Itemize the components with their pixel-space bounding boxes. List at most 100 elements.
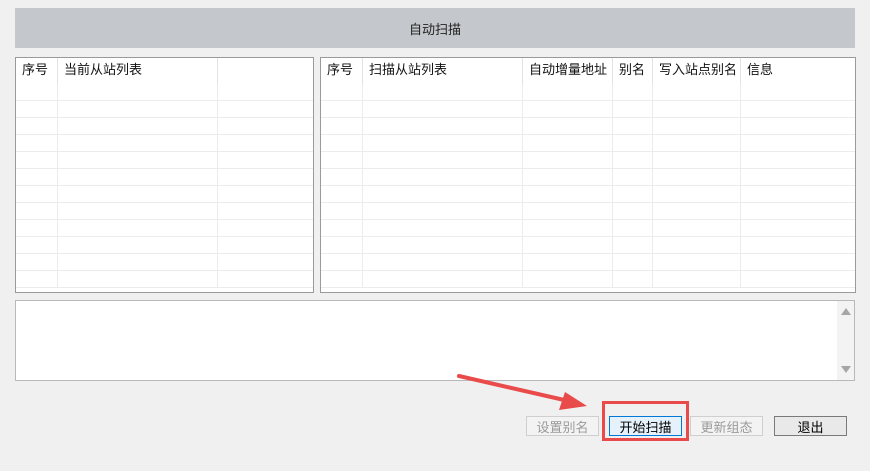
table-cell[interactable] bbox=[16, 271, 58, 288]
table-cell[interactable] bbox=[321, 84, 363, 101]
table-cell[interactable] bbox=[613, 152, 653, 169]
table-cell[interactable] bbox=[653, 135, 741, 152]
table-cell[interactable] bbox=[218, 186, 313, 203]
table-cell[interactable] bbox=[653, 101, 741, 118]
table-cell[interactable] bbox=[653, 169, 741, 186]
table-cell[interactable] bbox=[58, 152, 218, 169]
column-header-index[interactable]: 序号 bbox=[321, 58, 363, 84]
table-cell[interactable] bbox=[16, 118, 58, 135]
table-cell[interactable] bbox=[523, 101, 613, 118]
table-cell[interactable] bbox=[613, 101, 653, 118]
table-cell[interactable] bbox=[613, 271, 653, 288]
table-cell[interactable] bbox=[613, 84, 653, 101]
table-cell[interactable] bbox=[653, 152, 741, 169]
table-cell[interactable] bbox=[741, 84, 855, 101]
table-cell[interactable] bbox=[613, 186, 653, 203]
table-cell[interactable] bbox=[741, 203, 855, 220]
table-cell[interactable] bbox=[523, 186, 613, 203]
table-cell[interactable] bbox=[218, 254, 313, 271]
table-cell[interactable] bbox=[363, 152, 523, 169]
table-cell[interactable] bbox=[363, 169, 523, 186]
table-cell[interactable] bbox=[58, 254, 218, 271]
table-row[interactable] bbox=[16, 118, 313, 135]
table-cell[interactable] bbox=[741, 271, 855, 288]
table-cell[interactable] bbox=[58, 203, 218, 220]
table-cell[interactable] bbox=[741, 135, 855, 152]
table-cell[interactable] bbox=[321, 203, 363, 220]
table-cell[interactable] bbox=[321, 271, 363, 288]
table-cell[interactable] bbox=[363, 135, 523, 152]
table-cell[interactable] bbox=[653, 186, 741, 203]
table-cell[interactable] bbox=[16, 152, 58, 169]
table-cell[interactable] bbox=[16, 254, 58, 271]
table-cell[interactable] bbox=[523, 271, 613, 288]
table-row[interactable] bbox=[16, 254, 313, 271]
table-cell[interactable] bbox=[523, 169, 613, 186]
table-cell[interactable] bbox=[58, 101, 218, 118]
table-cell[interactable] bbox=[363, 186, 523, 203]
table-cell[interactable] bbox=[58, 220, 218, 237]
table-cell[interactable] bbox=[218, 169, 313, 186]
table-row[interactable] bbox=[321, 220, 855, 237]
table-cell[interactable] bbox=[58, 84, 218, 101]
table-row[interactable] bbox=[321, 203, 855, 220]
table-row[interactable] bbox=[321, 169, 855, 186]
table-cell[interactable] bbox=[218, 101, 313, 118]
table-cell[interactable] bbox=[321, 254, 363, 271]
update-config-button[interactable]: 更新组态 bbox=[690, 416, 763, 436]
table-cell[interactable] bbox=[363, 84, 523, 101]
table-cell[interactable] bbox=[653, 118, 741, 135]
table-row[interactable] bbox=[321, 118, 855, 135]
table-row[interactable] bbox=[16, 84, 313, 101]
table-cell[interactable] bbox=[613, 237, 653, 254]
table-row[interactable] bbox=[16, 169, 313, 186]
table-cell[interactable] bbox=[613, 254, 653, 271]
table-row[interactable] bbox=[16, 186, 313, 203]
table-cell[interactable] bbox=[58, 118, 218, 135]
table-cell[interactable] bbox=[321, 220, 363, 237]
column-header-info[interactable]: 信息 bbox=[741, 58, 855, 84]
table-cell[interactable] bbox=[741, 101, 855, 118]
table-row[interactable] bbox=[321, 84, 855, 101]
table-row[interactable] bbox=[321, 254, 855, 271]
log-vertical-scrollbar[interactable] bbox=[837, 301, 854, 380]
table-cell[interactable] bbox=[653, 237, 741, 254]
table-cell[interactable] bbox=[653, 203, 741, 220]
table-cell[interactable] bbox=[218, 135, 313, 152]
table-row[interactable] bbox=[16, 152, 313, 169]
table-cell[interactable] bbox=[321, 169, 363, 186]
table-cell[interactable] bbox=[218, 237, 313, 254]
table-cell[interactable] bbox=[523, 152, 613, 169]
table-cell[interactable] bbox=[16, 135, 58, 152]
table-row[interactable] bbox=[16, 237, 313, 254]
table-row[interactable] bbox=[321, 101, 855, 118]
table-cell[interactable] bbox=[363, 203, 523, 220]
table-cell[interactable] bbox=[741, 237, 855, 254]
table-row[interactable] bbox=[321, 271, 855, 288]
table-cell[interactable] bbox=[363, 118, 523, 135]
table-row[interactable] bbox=[321, 186, 855, 203]
table-cell[interactable] bbox=[363, 220, 523, 237]
table-cell[interactable] bbox=[218, 220, 313, 237]
scan-slave-table[interactable]: 序号 扫描从站列表 自动增量地址 别名 写入站点别名 信息 bbox=[320, 57, 856, 293]
table-cell[interactable] bbox=[523, 254, 613, 271]
table-cell[interactable] bbox=[523, 84, 613, 101]
scroll-down-arrow-icon[interactable] bbox=[841, 366, 851, 373]
table-cell[interactable] bbox=[218, 152, 313, 169]
table-cell[interactable] bbox=[613, 220, 653, 237]
table-cell[interactable] bbox=[218, 203, 313, 220]
table-cell[interactable] bbox=[741, 118, 855, 135]
table-cell[interactable] bbox=[58, 135, 218, 152]
table-row[interactable] bbox=[16, 135, 313, 152]
table-cell[interactable] bbox=[613, 169, 653, 186]
exit-button[interactable]: 退出 bbox=[774, 416, 847, 436]
table-cell[interactable] bbox=[218, 118, 313, 135]
table-row[interactable] bbox=[321, 237, 855, 254]
table-row[interactable] bbox=[16, 203, 313, 220]
column-header-alias[interactable]: 别名 bbox=[613, 58, 653, 84]
table-row[interactable] bbox=[321, 135, 855, 152]
table-cell[interactable] bbox=[741, 220, 855, 237]
table-cell[interactable] bbox=[653, 271, 741, 288]
table-cell[interactable] bbox=[363, 254, 523, 271]
table-cell[interactable] bbox=[321, 186, 363, 203]
